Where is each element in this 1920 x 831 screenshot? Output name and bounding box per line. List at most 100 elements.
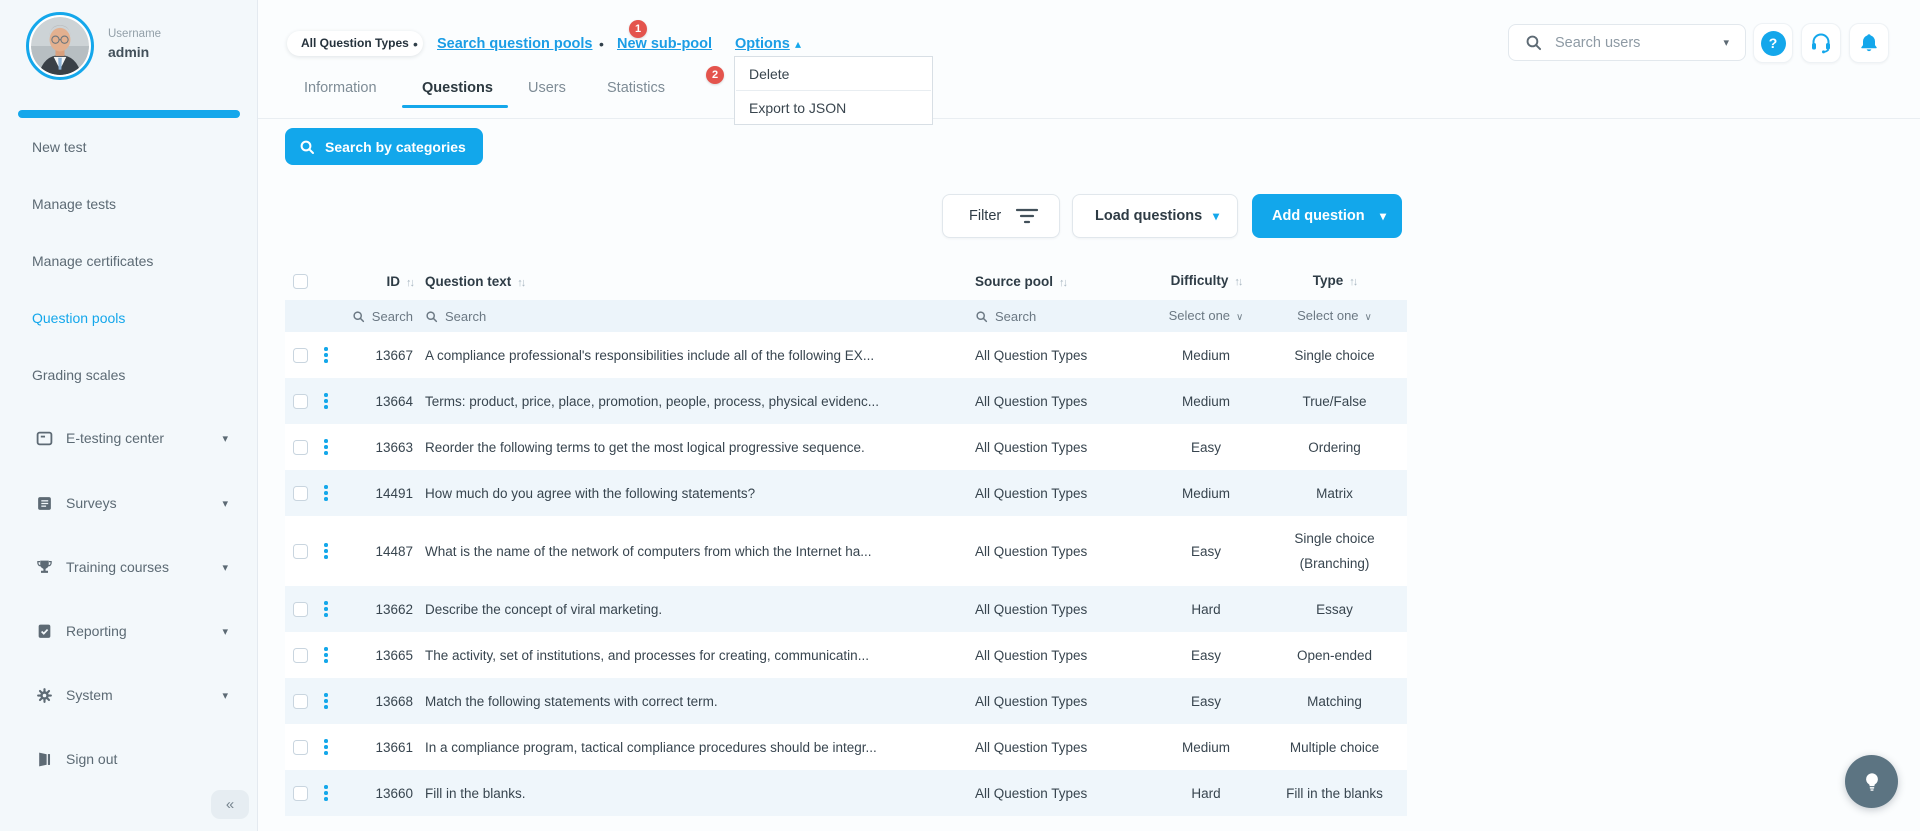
help-button[interactable]: ?	[1753, 23, 1793, 63]
filter-icon	[1015, 207, 1039, 225]
sidebar-collapse-button[interactable]: «	[211, 790, 249, 819]
chevron-down-icon: ▾	[222, 432, 228, 445]
table-filter-row: Search Search Search Select one∨ Select …	[285, 300, 1407, 332]
hint-fab-button[interactable]	[1845, 755, 1898, 808]
table-row[interactable]: 13660 Fill in the blanks. All Question T…	[285, 770, 1407, 816]
table-row[interactable]: 13662 Describe the concept of viral mark…	[285, 586, 1407, 632]
row-checkbox[interactable]	[293, 694, 308, 709]
sidebar-item-surveys[interactable]: Surveys ▾	[0, 484, 258, 522]
row-menu-button[interactable]	[317, 785, 335, 801]
sidebar-item-sign-out[interactable]: Sign out	[0, 740, 258, 778]
sidebar-item-manage-tests[interactable]: Manage tests	[0, 185, 258, 223]
id-search-input[interactable]: Search	[345, 309, 413, 324]
breadcrumb-separator: •	[413, 36, 418, 52]
row-checkbox[interactable]	[293, 544, 308, 559]
sort-icon: ↑↓	[517, 277, 524, 289]
column-header-source-pool[interactable]: Source pool↑↓	[975, 274, 1150, 289]
row-menu-button[interactable]	[317, 693, 335, 709]
row-menu-button[interactable]	[317, 485, 335, 501]
lightbulb-icon	[1861, 771, 1883, 793]
table-row[interactable]: 13668 Match the following statements wit…	[285, 678, 1407, 724]
row-checkbox[interactable]	[293, 348, 308, 363]
sort-icon: ↑↓	[406, 277, 413, 289]
caret-down-icon: ▾	[1213, 209, 1219, 223]
avatar-photo	[31, 17, 89, 75]
search-icon	[352, 310, 365, 323]
sidebar-active-indicator	[18, 110, 240, 118]
table-row[interactable]: 13661 In a compliance program, tactical …	[285, 724, 1407, 770]
table-row[interactable]: 14491 How much do you agree with the fol…	[285, 470, 1407, 516]
sidebar-item-question-pools[interactable]: Question pools	[0, 299, 258, 337]
chevron-down-icon: ∨	[1236, 312, 1243, 323]
tab-statistics[interactable]: Statistics	[607, 80, 665, 96]
sidebar-item-new-test[interactable]: New test	[0, 128, 258, 166]
row-menu-button[interactable]	[317, 543, 335, 559]
table-row[interactable]: 13664 Terms: product, price, place, prom…	[285, 378, 1407, 424]
difficulty-select[interactable]: Select one∨	[1150, 303, 1262, 330]
row-menu-button[interactable]	[317, 647, 335, 663]
search-question-pools-link[interactable]: Search question pools	[437, 36, 593, 52]
filter-button[interactable]: Filter	[942, 194, 1060, 238]
search-icon	[975, 310, 988, 323]
chevron-down-icon: ▾	[222, 497, 228, 510]
type-select[interactable]: Select one∨	[1262, 303, 1407, 330]
select-all-checkbox[interactable]	[293, 274, 308, 289]
support-button[interactable]	[1801, 23, 1841, 63]
search-users-placeholder: Search users	[1555, 35, 1723, 51]
search-icon	[299, 139, 315, 155]
menu-item-export-json[interactable]: Export to JSON	[735, 91, 932, 124]
table-row[interactable]: 13667 A compliance professional's respon…	[285, 332, 1407, 378]
sidebar-item-reporting[interactable]: Reporting ▾	[0, 612, 258, 650]
options-link[interactable]: Options	[735, 36, 790, 52]
add-question-button[interactable]: Add question ▾	[1252, 194, 1402, 238]
row-checkbox[interactable]	[293, 740, 308, 755]
avatar[interactable]	[26, 12, 94, 80]
row-menu-button[interactable]	[317, 601, 335, 617]
row-menu-button[interactable]	[317, 347, 335, 363]
row-checkbox[interactable]	[293, 394, 308, 409]
column-header-type[interactable]: Type↑↓	[1262, 268, 1407, 295]
notifications-button[interactable]	[1849, 23, 1889, 63]
search-icon	[425, 310, 438, 323]
tab-information[interactable]: Information	[304, 80, 377, 96]
table-row[interactable]: 13665 The activity, set of institutions,…	[285, 632, 1407, 678]
window-icon	[36, 430, 53, 447]
row-menu-button[interactable]	[317, 439, 335, 455]
chevron-down-icon: ▾	[222, 561, 228, 574]
row-checkbox[interactable]	[293, 486, 308, 501]
row-checkbox[interactable]	[293, 648, 308, 663]
source-pool-search-input[interactable]: Search	[975, 309, 1150, 324]
sidebar-item-manage-certificates[interactable]: Manage certificates	[0, 242, 258, 280]
new-sub-pool-link[interactable]: New sub-pool	[617, 36, 712, 52]
chevron-down-icon: ▾	[222, 689, 228, 702]
table-row[interactable]: 14487 What is the name of the network of…	[285, 516, 1407, 586]
question-mark-icon: ?	[1761, 31, 1786, 56]
row-checkbox[interactable]	[293, 440, 308, 455]
column-header-question-text[interactable]: Question text↑↓	[413, 274, 975, 289]
sidebar-item-etesting-center[interactable]: E-testing center ▾	[0, 419, 258, 457]
question-text-search-input[interactable]: Search	[425, 309, 975, 324]
table-body: 13667 A compliance professional's respon…	[285, 332, 1407, 816]
trophy-icon	[36, 559, 53, 576]
row-checkbox[interactable]	[293, 786, 308, 801]
column-header-id[interactable]: ID↑↓	[345, 274, 413, 289]
sidebar-item-training-courses[interactable]: Training courses ▾	[0, 548, 258, 586]
search-users-box[interactable]: Search users ▾	[1508, 24, 1746, 61]
sort-icon: ↑↓	[1059, 277, 1066, 289]
menu-item-delete[interactable]: Delete	[735, 57, 932, 90]
search-by-categories-button[interactable]: Search by categories	[285, 128, 483, 165]
sidebar-item-grading-scales[interactable]: Grading scales	[0, 356, 258, 394]
row-checkbox[interactable]	[293, 602, 308, 617]
new-sub-pool-badge: 1	[629, 20, 647, 38]
load-questions-button[interactable]: Load questions ▾	[1072, 194, 1238, 238]
breadcrumb-separator: •	[599, 36, 604, 52]
row-menu-button[interactable]	[317, 739, 335, 755]
row-menu-button[interactable]	[317, 393, 335, 409]
tab-users[interactable]: Users	[528, 80, 566, 96]
tab-questions[interactable]: Questions	[422, 80, 493, 96]
table-row[interactable]: 13663 Reorder the following terms to get…	[285, 424, 1407, 470]
options-menu: Delete Export to JSON	[734, 56, 933, 125]
column-header-difficulty[interactable]: Difficulty↑↓	[1150, 268, 1262, 295]
sidebar-item-system[interactable]: System ▾	[0, 676, 258, 714]
caret-up-icon: ▴	[795, 37, 801, 51]
